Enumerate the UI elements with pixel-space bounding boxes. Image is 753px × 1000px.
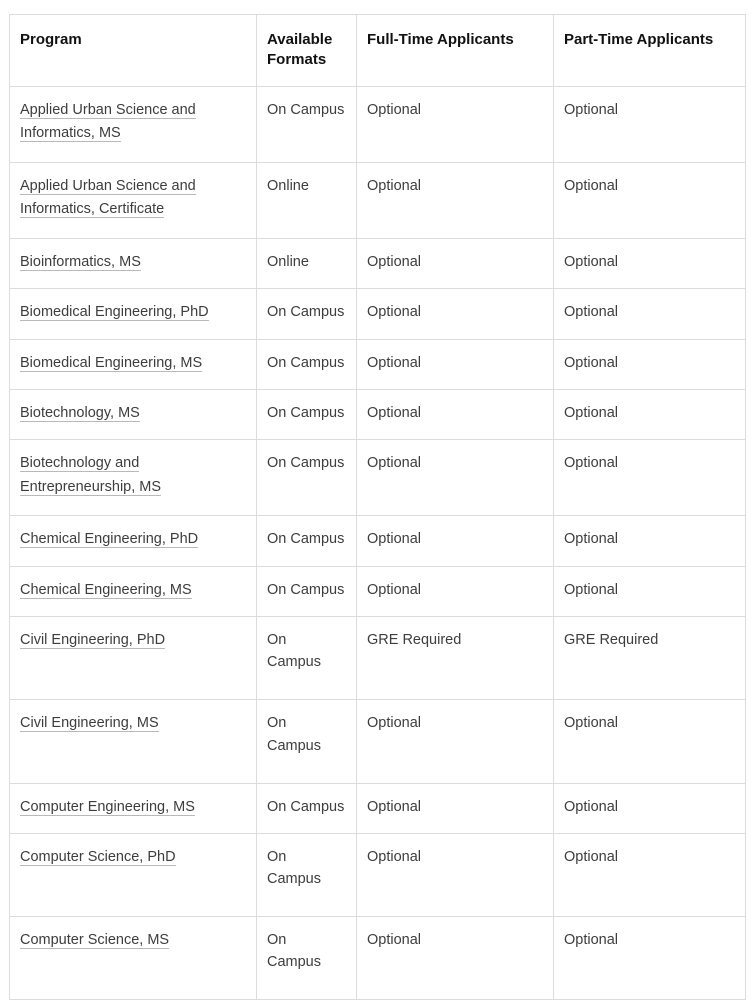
available-formats-cell: On Campus bbox=[256, 339, 357, 390]
full-time-applicants-cell: Optional bbox=[356, 162, 554, 239]
program-name-cell: Chemical Engineering, PhD bbox=[9, 515, 257, 567]
table-row: Computer Science, PhD On Campus Optional… bbox=[9, 833, 746, 918]
column-header-program: Program bbox=[9, 14, 257, 87]
table-row: Civil Engineering, MS On Campus Optional… bbox=[9, 699, 746, 784]
program-name-cell: Applied Urban Science and Informatics, C… bbox=[9, 162, 257, 239]
column-header-available-formats: Available Formats bbox=[256, 14, 357, 87]
table-row: Civil Engineering, PhD On Campus GRE Req… bbox=[9, 616, 746, 701]
available-formats-cell: On Campus bbox=[256, 439, 357, 517]
table-row: Biomedical Engineering, PhD On Campus Op… bbox=[9, 288, 746, 340]
full-time-applicants-cell: Optional bbox=[356, 783, 554, 835]
program-name-cell: Civil Engineering, MS bbox=[9, 699, 257, 784]
available-formats-cell: On Campus bbox=[256, 389, 357, 441]
table-row: Bioinformatics, MS Online Optional Optio… bbox=[9, 238, 746, 290]
program-name-cell: Computer Science, MS bbox=[9, 916, 257, 1000]
full-time-applicants-cell: GRE Required bbox=[356, 616, 554, 701]
program-requirements-table-container: Program Available Formats Full-Time Appl… bbox=[9, 14, 746, 1000]
available-formats-cell: On Campus bbox=[256, 616, 357, 701]
part-time-applicants-cell: Optional bbox=[553, 238, 746, 290]
full-time-applicants-cell: Optional bbox=[356, 699, 554, 784]
program-name-cell: Biotechnology, MS bbox=[9, 389, 257, 441]
full-time-applicants-cell: Optional bbox=[356, 288, 554, 340]
program-link[interactable]: Chemical Engineering, PhD bbox=[20, 531, 199, 549]
program-name-cell: Biomedical Engineering, MS bbox=[9, 339, 257, 390]
full-time-applicants-cell: Optional bbox=[356, 833, 554, 918]
part-time-applicants-cell: Optional bbox=[553, 916, 746, 1000]
available-formats-cell: On Campus bbox=[256, 916, 357, 1000]
program-link[interactable]: Bioinformatics, MS bbox=[20, 253, 141, 271]
table-row: Applied Urban Science and Informatics, M… bbox=[9, 86, 746, 163]
program-link[interactable]: Civil Engineering, PhD bbox=[20, 632, 166, 650]
program-link[interactable]: Computer Engineering, MS bbox=[20, 798, 195, 816]
table-row: Chemical Engineering, PhD On Campus Opti… bbox=[9, 515, 746, 567]
part-time-applicants-cell: Optional bbox=[553, 162, 746, 239]
part-time-applicants-cell: Optional bbox=[553, 515, 746, 567]
program-link[interactable]: Chemical Engineering, MS bbox=[20, 581, 192, 599]
available-formats-cell: On Campus bbox=[256, 833, 357, 918]
full-time-applicants-cell: Optional bbox=[356, 439, 554, 517]
program-name-cell: Computer Science, PhD bbox=[9, 833, 257, 918]
full-time-applicants-cell: Optional bbox=[356, 86, 554, 163]
column-header-part-time-applicants: Part-Time Applicants bbox=[553, 14, 746, 87]
program-name-cell: Computer Engineering, MS bbox=[9, 783, 257, 835]
full-time-applicants-cell: Optional bbox=[356, 389, 554, 441]
table-header: Program Available Formats Full-Time Appl… bbox=[9, 14, 746, 87]
page-root: Program Available Formats Full-Time Appl… bbox=[0, 0, 753, 1000]
part-time-applicants-cell: Optional bbox=[553, 389, 746, 441]
program-requirements-table: Program Available Formats Full-Time Appl… bbox=[9, 14, 746, 1000]
table-row: Biotechnology, MS On Campus Optional Opt… bbox=[9, 389, 746, 441]
part-time-applicants-cell: GRE Required bbox=[553, 616, 746, 701]
full-time-applicants-cell: Optional bbox=[356, 916, 554, 1000]
table-row: Computer Engineering, MS On Campus Optio… bbox=[9, 783, 746, 835]
available-formats-cell: On Campus bbox=[256, 783, 357, 835]
part-time-applicants-cell: Optional bbox=[553, 783, 746, 835]
program-name-cell: Bioinformatics, MS bbox=[9, 238, 257, 290]
program-link[interactable]: Applied Urban Science and Informatics, M… bbox=[20, 101, 196, 143]
available-formats-cell: On Campus bbox=[256, 288, 357, 340]
full-time-applicants-cell: Optional bbox=[356, 515, 554, 567]
part-time-applicants-cell: Optional bbox=[553, 288, 746, 340]
available-formats-cell: On Campus bbox=[256, 699, 357, 784]
table-row: Biotechnology and Entrepreneurship, MS O… bbox=[9, 439, 746, 517]
full-time-applicants-cell: Optional bbox=[356, 339, 554, 390]
table-row: Biomedical Engineering, MS On Campus Opt… bbox=[9, 339, 746, 390]
available-formats-cell: Online bbox=[256, 238, 357, 290]
program-name-cell: Applied Urban Science and Informatics, M… bbox=[9, 86, 257, 163]
part-time-applicants-cell: Optional bbox=[553, 833, 746, 918]
program-link[interactable]: Applied Urban Science and Informatics, C… bbox=[20, 177, 196, 219]
full-time-applicants-cell: Optional bbox=[356, 238, 554, 290]
program-name-cell: Chemical Engineering, MS bbox=[9, 566, 257, 618]
column-header-full-time-applicants: Full-Time Applicants bbox=[356, 14, 554, 87]
part-time-applicants-cell: Optional bbox=[553, 339, 746, 390]
available-formats-cell: Online bbox=[256, 162, 357, 239]
table-header-row: Program Available Formats Full-Time Appl… bbox=[9, 14, 746, 87]
available-formats-cell: On Campus bbox=[256, 566, 357, 618]
program-name-cell: Biomedical Engineering, PhD bbox=[9, 288, 257, 340]
program-link[interactable]: Civil Engineering, MS bbox=[20, 715, 159, 733]
program-link[interactable]: Biotechnology and Entrepreneurship, MS bbox=[20, 455, 162, 496]
program-name-cell: Civil Engineering, PhD bbox=[9, 616, 257, 701]
program-name-cell: Biotechnology and Entrepreneurship, MS bbox=[9, 439, 257, 517]
program-link[interactable]: Biomedical Engineering, PhD bbox=[20, 304, 209, 322]
available-formats-cell: On Campus bbox=[256, 515, 357, 567]
table-row: Computer Science, MS On Campus Optional … bbox=[9, 916, 746, 1000]
part-time-applicants-cell: Optional bbox=[553, 699, 746, 784]
program-link[interactable]: Biotechnology, MS bbox=[20, 404, 140, 422]
program-link[interactable]: Computer Science, MS bbox=[20, 932, 170, 950]
part-time-applicants-cell: Optional bbox=[553, 566, 746, 618]
part-time-applicants-cell: Optional bbox=[553, 86, 746, 163]
full-time-applicants-cell: Optional bbox=[356, 566, 554, 618]
part-time-applicants-cell: Optional bbox=[553, 439, 746, 517]
available-formats-cell: On Campus bbox=[256, 86, 357, 163]
table-row: Chemical Engineering, MS On Campus Optio… bbox=[9, 566, 746, 618]
table-row: Applied Urban Science and Informatics, C… bbox=[9, 162, 746, 239]
program-link[interactable]: Biomedical Engineering, MS bbox=[20, 354, 203, 372]
table-body: Applied Urban Science and Informatics, M… bbox=[9, 86, 746, 1000]
program-link[interactable]: Computer Science, PhD bbox=[20, 849, 176, 867]
